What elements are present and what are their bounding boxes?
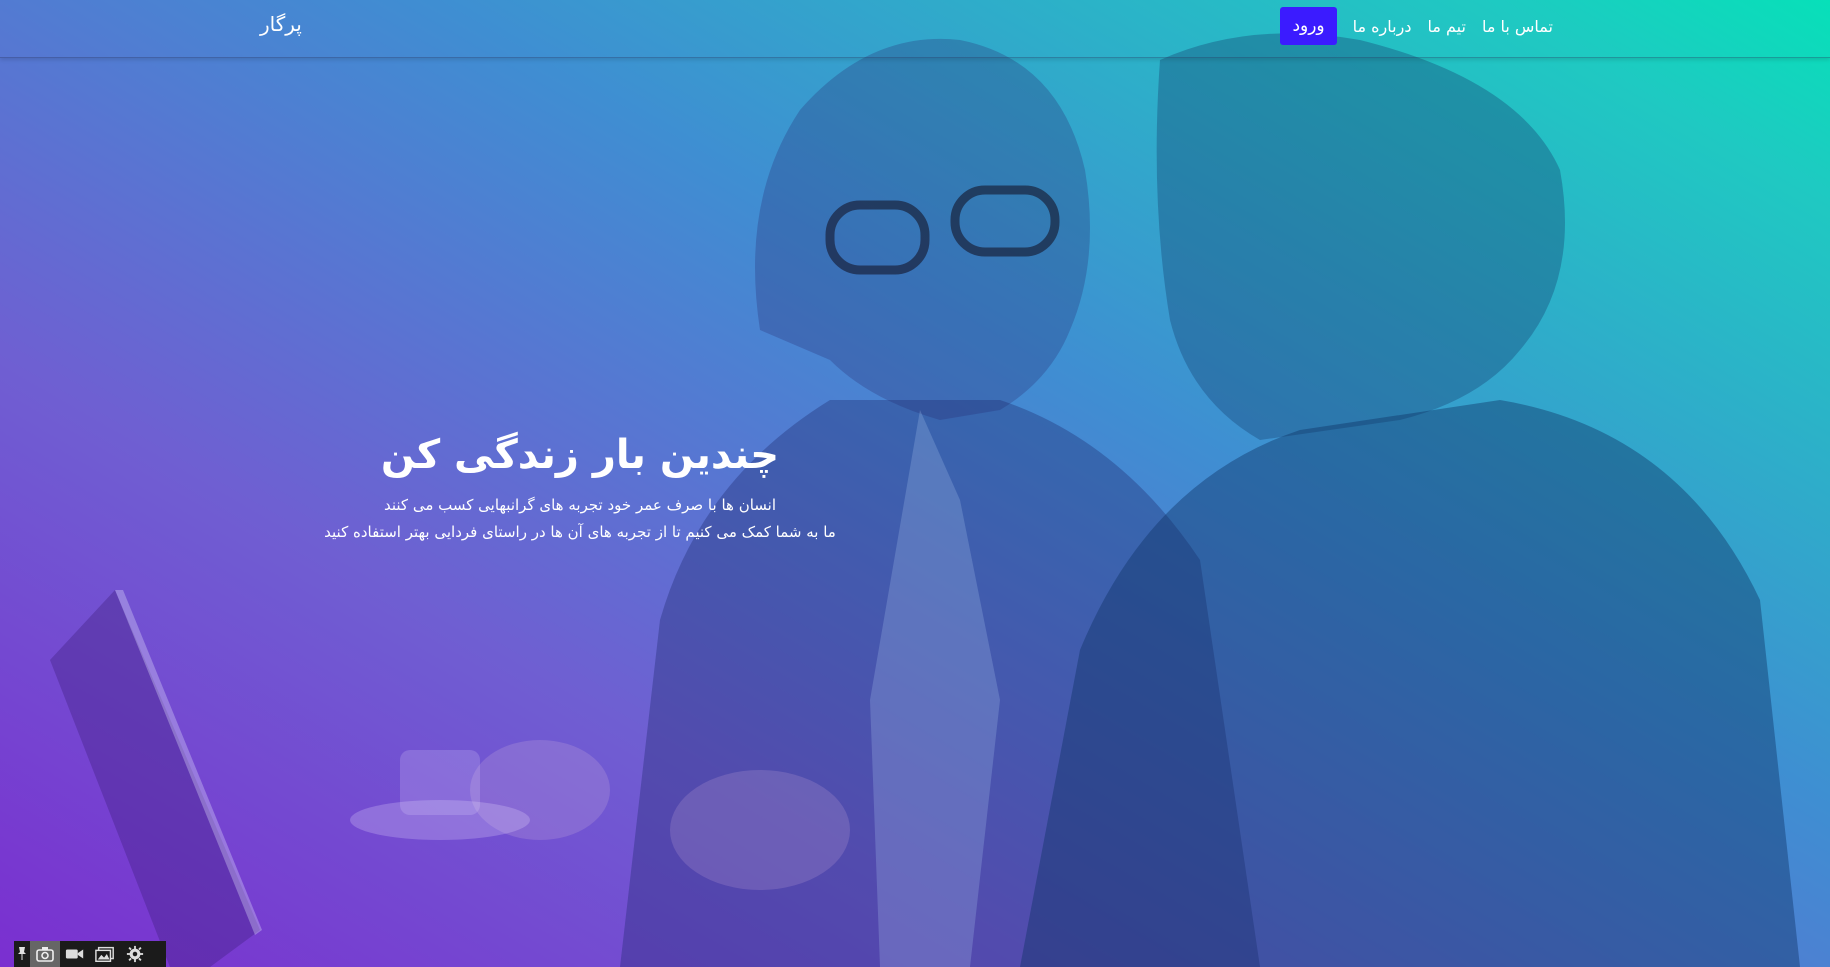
video-icon[interactable] bbox=[60, 941, 90, 967]
pin-icon[interactable] bbox=[14, 941, 30, 967]
hero-section: چندین بار زندگی کن انسان ها با صرف عمر خ… bbox=[230, 430, 930, 546]
hero-subtitle-line-1: انسان ها با صرف عمر خود تجربه های گرانبه… bbox=[383, 496, 777, 514]
camera-icon[interactable] bbox=[30, 941, 60, 967]
nav-link-about[interactable]: درباره ما bbox=[1353, 17, 1412, 36]
gear-icon[interactable] bbox=[120, 941, 150, 967]
brand-logo[interactable]: پرگار bbox=[260, 12, 302, 36]
hero-title: چندین بار زندگی کن bbox=[380, 432, 780, 478]
hero-subtitle-line-2: ما به شما کمک می کنیم تا از تجربه های آن… bbox=[324, 523, 836, 541]
top-navbar: پرگار ورود درباره ما تیم ما تماس با ما bbox=[0, 0, 1830, 58]
login-button[interactable]: ورود bbox=[1280, 7, 1337, 45]
gallery-icon[interactable] bbox=[90, 941, 120, 967]
nav-link-team[interactable]: تیم ما bbox=[1427, 17, 1465, 36]
capture-toolbar bbox=[14, 941, 166, 967]
landing-page: پرگار ورود درباره ما تیم ما تماس با ما چ… bbox=[0, 0, 1830, 967]
nav-links: ورود درباره ما تیم ما تماس با ما bbox=[1280, 7, 1553, 45]
nav-link-contact[interactable]: تماس با ما bbox=[1482, 17, 1553, 36]
